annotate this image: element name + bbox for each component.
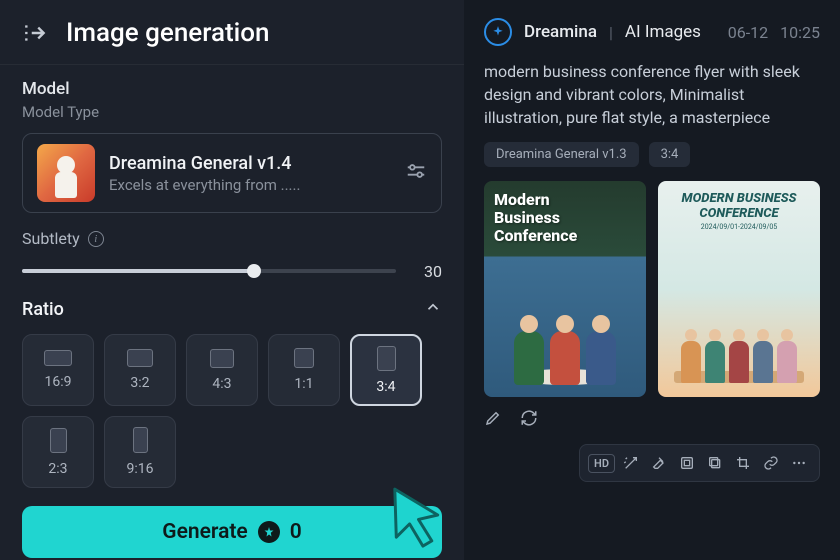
ratio-label: Ratio — [22, 299, 64, 320]
expand-icon[interactable] — [675, 451, 699, 475]
ratio-shape — [210, 349, 234, 368]
generate-button[interactable]: Generate 0 — [22, 506, 442, 558]
ratio-option-9-16[interactable]: 9:16 — [104, 416, 176, 488]
ratio-option-16-9[interactable]: 16:9 — [22, 334, 94, 406]
prompt-text: modern business conference flyer with sl… — [484, 60, 820, 130]
subtlety-label: Subtlety — [22, 229, 80, 248]
result-actions-left — [484, 409, 820, 431]
result-images: Modern Business Conference MODERN BUSINE… — [484, 181, 820, 397]
generate-label: Generate — [162, 520, 247, 544]
model-info: Dreamina General v1.4 Excels at everythi… — [109, 153, 405, 194]
model-description: Excels at everything from ..... — [109, 176, 405, 194]
ratio-text: 3:4 — [376, 379, 395, 395]
image-1-title: Modern Business Conference — [494, 191, 577, 246]
ratio-header[interactable]: Ratio — [22, 298, 442, 320]
chevron-up-icon — [424, 298, 442, 320]
hd-button[interactable]: HD — [588, 454, 615, 473]
image-2-date: 2024/09/01-2024/09/05 — [658, 223, 820, 231]
result-date: 06-12 — [728, 23, 768, 42]
sliders-icon — [405, 160, 427, 186]
ratio-option-3-2[interactable]: 3:2 — [104, 334, 176, 406]
link-icon[interactable] — [759, 451, 783, 475]
model-section: Model Model Type Dreamina General v1.4 E… — [0, 65, 464, 488]
edit-icon[interactable] — [484, 409, 502, 431]
subtlety-row: Subtlety i — [22, 229, 442, 248]
cursor-pointer-icon — [380, 478, 454, 552]
result-image-1[interactable]: Modern Business Conference — [484, 181, 646, 397]
model-name: Dreamina General v1.4 — [109, 153, 405, 174]
layers-icon[interactable] — [703, 451, 727, 475]
ratio-shape — [127, 349, 153, 367]
page-title: Image generation — [66, 18, 269, 48]
result-tags: Dreamina General v1.3 3:4 — [484, 142, 820, 167]
ratio-grid: 16:9 3:2 4:3 1:1 3:4 2:3 9:16 — [22, 334, 442, 488]
ratio-option-1-1[interactable]: 1:1 — [268, 334, 340, 406]
result-toolbar: HD — [579, 444, 820, 482]
results-panel: Dreamina | AI Images 06-12 10:25 modern … — [464, 0, 840, 560]
ratio-shape — [44, 350, 72, 366]
retry-icon[interactable] — [520, 409, 538, 431]
ratio-text: 1:1 — [294, 376, 313, 392]
credit-icon — [258, 521, 280, 543]
info-icon[interactable]: i — [88, 231, 104, 247]
ratio-text: 16:9 — [45, 374, 72, 390]
ratio-tag[interactable]: 3:4 — [649, 142, 691, 167]
ratio-option-2-3[interactable]: 2:3 — [22, 416, 94, 488]
collapse-icon[interactable] — [22, 20, 48, 46]
ratio-option-4-3[interactable]: 4:3 — [186, 334, 258, 406]
ratio-shape — [377, 346, 396, 371]
ratio-text: 9:16 — [127, 461, 154, 477]
sparkle-icon — [484, 18, 512, 46]
model-thumbnail — [37, 144, 95, 202]
image-2-title: MODERN BUSINESS CONFERENCE — [658, 191, 820, 222]
ratio-text: 2:3 — [48, 461, 67, 477]
ratio-option-3-4[interactable]: 3:4 — [350, 334, 422, 406]
erase-icon[interactable] — [647, 451, 671, 475]
subtlety-slider[interactable] — [22, 258, 396, 284]
ratio-text: 4:3 — [212, 376, 231, 392]
subtlety-slider-row: 30 — [22, 258, 442, 284]
result-app-name: Dreamina — [524, 22, 597, 42]
ratio-text: 3:2 — [130, 375, 149, 391]
model-type-label: Model Type — [22, 103, 442, 121]
wand-icon[interactable] — [619, 451, 643, 475]
crop-icon[interactable] — [731, 451, 755, 475]
settings-panel: Image generation Model Model Type Dreami… — [0, 0, 464, 560]
result-header: Dreamina | AI Images 06-12 10:25 — [484, 18, 820, 46]
more-icon[interactable] — [787, 451, 811, 475]
generate-cost: 0 — [290, 520, 302, 544]
ratio-shape — [50, 428, 67, 453]
header: Image generation — [0, 0, 464, 65]
result-time: 10:25 — [780, 23, 820, 42]
result-image-2[interactable]: MODERN BUSINESS CONFERENCE 2024/09/01-20… — [658, 181, 820, 397]
ratio-shape — [294, 348, 314, 368]
subtlety-value: 30 — [414, 262, 442, 281]
model-section-label: Model — [22, 79, 442, 99]
ratio-shape — [133, 427, 148, 453]
model-tag[interactable]: Dreamina General v1.3 — [484, 142, 639, 167]
model-selector[interactable]: Dreamina General v1.4 Excels at everythi… — [22, 133, 442, 213]
result-category: AI Images — [625, 22, 701, 42]
